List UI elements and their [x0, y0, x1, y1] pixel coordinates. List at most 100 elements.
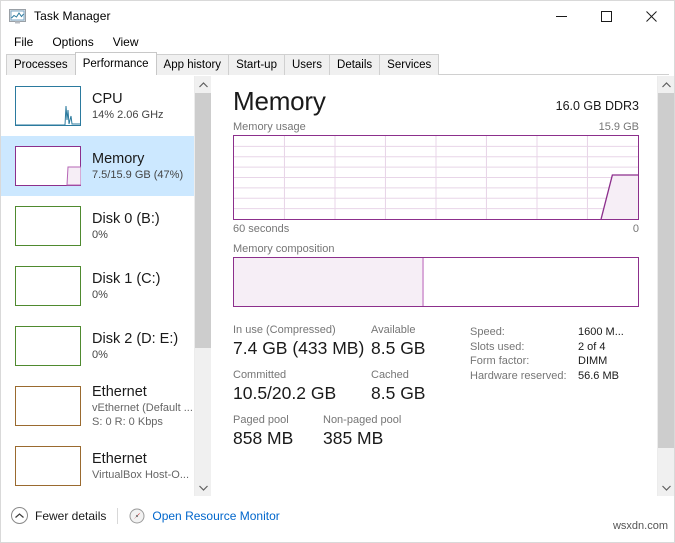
- page-title: Memory: [233, 86, 326, 116]
- sidebar-scroll-up-icon[interactable]: [195, 76, 211, 93]
- detail-key-speed: Speed:: [470, 325, 578, 340]
- menu-bar: File Options View: [1, 31, 674, 53]
- sidebar-sub-disk0: 0%: [92, 228, 160, 242]
- sidebar-title-disk2: Disk 2 (D: E:): [92, 331, 178, 348]
- tab-strip: Processes Performance App history Start-…: [6, 53, 669, 75]
- sidebar-scrollbar-thumb[interactable]: [195, 93, 211, 348]
- open-resource-monitor-label: Open Resource Monitor: [152, 509, 279, 523]
- sidebar-scroll-down-icon[interactable]: [195, 479, 211, 496]
- tab-details[interactable]: Details: [329, 54, 380, 75]
- sidebar-item-disk2[interactable]: Disk 2 (D: E:) 0%: [1, 316, 194, 376]
- memory-stats: In use (Compressed) 7.4 GB (433 MB) Avai…: [233, 323, 639, 458]
- sidebar-item-ethernet-1[interactable]: Ethernet vEthernet (Default ... S: 0 R: …: [1, 376, 194, 436]
- main-scrollbar-thumb[interactable]: [658, 93, 674, 448]
- memory-usage-chart: [233, 135, 639, 220]
- title-bar: Task Manager: [1, 1, 674, 31]
- usage-graph-footer: 60 seconds 0: [233, 223, 639, 235]
- stat-label-non-paged-pool: Non-paged pool: [323, 413, 401, 427]
- disk0-mini-graph-icon: [15, 206, 81, 246]
- tab-app-history[interactable]: App history: [156, 54, 230, 75]
- resource-sidebar: CPU 14% 2.06 GHz Memory 7.5/15.9 GB (47%…: [1, 76, 211, 496]
- tab-start-up[interactable]: Start-up: [228, 54, 285, 75]
- usage-graph-caption: Memory usage 15.9 GB: [233, 121, 639, 133]
- stat-value-paged-pool: 858 MB: [233, 427, 323, 449]
- sidebar-title-disk1: Disk 1 (C:): [92, 271, 160, 288]
- sidebar-item-disk0[interactable]: Disk 0 (B:) 0%: [1, 196, 194, 256]
- stat-row-2: Committed 10.5/20.2 GB Cached 8.5 GB: [233, 368, 458, 404]
- stat-label-paged-pool: Paged pool: [233, 413, 323, 427]
- menu-view[interactable]: View: [107, 33, 148, 51]
- sidebar-sub-ethernet-2: VirtualBox Host-O...: [92, 468, 189, 482]
- sidebar-title-ethernet-2: Ethernet: [92, 451, 189, 468]
- sidebar-text-disk1: Disk 1 (C:) 0%: [92, 271, 160, 302]
- disk1-mini-graph-icon: [15, 266, 81, 306]
- stat-committed: Committed 10.5/20.2 GB: [233, 368, 371, 404]
- memory-header: Memory 16.0 GB DDR3: [233, 86, 639, 116]
- disk2-mini-graph-icon: [15, 326, 81, 366]
- detail-value-hardware-reserved: 56.6 MB: [578, 369, 619, 384]
- usage-graph-label: Memory usage: [233, 121, 306, 133]
- sidebar-scrollbar[interactable]: [194, 76, 211, 496]
- memory-details: Memory 16.0 GB DDR3 Memory usage 15.9 GB: [211, 76, 657, 496]
- detail-slots-used: Slots used: 2 of 4: [470, 340, 639, 355]
- task-manager-window: Task Manager File Options View Processes…: [0, 0, 675, 543]
- task-manager-icon: [9, 9, 26, 24]
- detail-form-factor: Form factor: DIMM: [470, 354, 639, 369]
- memory-type: 16.0 GB DDR3: [556, 99, 639, 113]
- stat-value-available: 8.5 GB: [371, 337, 425, 359]
- sidebar-sub-memory: 7.5/15.9 GB (47%): [92, 168, 183, 182]
- sidebar-text-ethernet-1: Ethernet vEthernet (Default ... S: 0 R: …: [92, 384, 193, 429]
- memory-stats-grid: In use (Compressed) 7.4 GB (433 MB) Avai…: [233, 323, 458, 458]
- memory-composition-bar[interactable]: [233, 257, 639, 307]
- sidebar-item-cpu[interactable]: CPU 14% 2.06 GHz: [1, 76, 194, 136]
- window-controls: [539, 1, 674, 31]
- sidebar-title-disk0: Disk 0 (B:): [92, 211, 160, 228]
- sidebar-text-disk2: Disk 2 (D: E:) 0%: [92, 331, 178, 362]
- ethernet2-mini-graph-icon: [15, 446, 81, 486]
- sidebar-item-disk1[interactable]: Disk 1 (C:) 0%: [1, 256, 194, 316]
- memory-composition-in-use-segment: [234, 258, 424, 306]
- usage-graph-time-span: 60 seconds: [233, 223, 289, 235]
- sidebar-sub-disk2: 0%: [92, 348, 178, 362]
- stat-label-committed: Committed: [233, 368, 371, 382]
- detail-value-speed: 1600 M...: [578, 325, 624, 340]
- chevron-up-icon: [11, 507, 28, 524]
- resource-list: CPU 14% 2.06 GHz Memory 7.5/15.9 GB (47%…: [1, 76, 194, 496]
- memory-composition-label: Memory composition: [233, 243, 639, 255]
- stat-row-3: Paged pool 858 MB Non-paged pool 385 MB: [233, 413, 458, 449]
- sidebar-text-memory: Memory 7.5/15.9 GB (47%): [92, 151, 183, 182]
- stat-label-in-use: In use (Compressed): [233, 323, 371, 337]
- ethernet1-mini-graph-icon: [15, 386, 81, 426]
- detail-key-form-factor: Form factor:: [470, 354, 578, 369]
- tab-performance[interactable]: Performance: [75, 52, 157, 75]
- open-resource-monitor-link[interactable]: Open Resource Monitor: [129, 508, 279, 524]
- sidebar-item-memory[interactable]: Memory 7.5/15.9 GB (47%): [1, 136, 194, 196]
- sidebar-title-memory: Memory: [92, 151, 183, 168]
- fewer-details-button[interactable]: Fewer details: [11, 507, 106, 524]
- detail-value-form-factor: DIMM: [578, 354, 607, 369]
- sidebar-item-ethernet-2[interactable]: Ethernet VirtualBox Host-O...: [1, 436, 194, 496]
- stat-value-committed: 10.5/20.2 GB: [233, 382, 371, 404]
- tab-services[interactable]: Services: [379, 54, 439, 75]
- main-scroll-up-icon[interactable]: [658, 76, 674, 93]
- menu-file[interactable]: File: [8, 33, 42, 51]
- tab-users[interactable]: Users: [284, 54, 330, 75]
- stat-non-paged-pool: Non-paged pool 385 MB: [323, 413, 401, 449]
- main-scrollbar[interactable]: [657, 76, 674, 496]
- menu-options[interactable]: Options: [46, 33, 102, 51]
- sidebar-text-disk0: Disk 0 (B:) 0%: [92, 211, 160, 242]
- watermark: wsxdn.com: [613, 520, 668, 532]
- usage-graph-max: 15.9 GB: [599, 121, 639, 133]
- stat-paged-pool: Paged pool 858 MB: [233, 413, 323, 449]
- stat-cached: Cached 8.5 GB: [371, 368, 425, 404]
- detail-key-slots-used: Slots used:: [470, 340, 578, 355]
- minimize-button[interactable]: [539, 1, 584, 31]
- status-bar: Fewer details Open Resource Monitor wsxd…: [1, 496, 674, 534]
- sidebar-text-ethernet-2: Ethernet VirtualBox Host-O...: [92, 451, 189, 482]
- tab-processes[interactable]: Processes: [6, 54, 76, 75]
- main-scroll-down-icon[interactable]: [658, 479, 674, 496]
- fewer-details-label: Fewer details: [35, 509, 106, 523]
- close-button[interactable]: [629, 1, 674, 31]
- content-area: CPU 14% 2.06 GHz Memory 7.5/15.9 GB (47%…: [1, 75, 674, 496]
- maximize-button[interactable]: [584, 1, 629, 31]
